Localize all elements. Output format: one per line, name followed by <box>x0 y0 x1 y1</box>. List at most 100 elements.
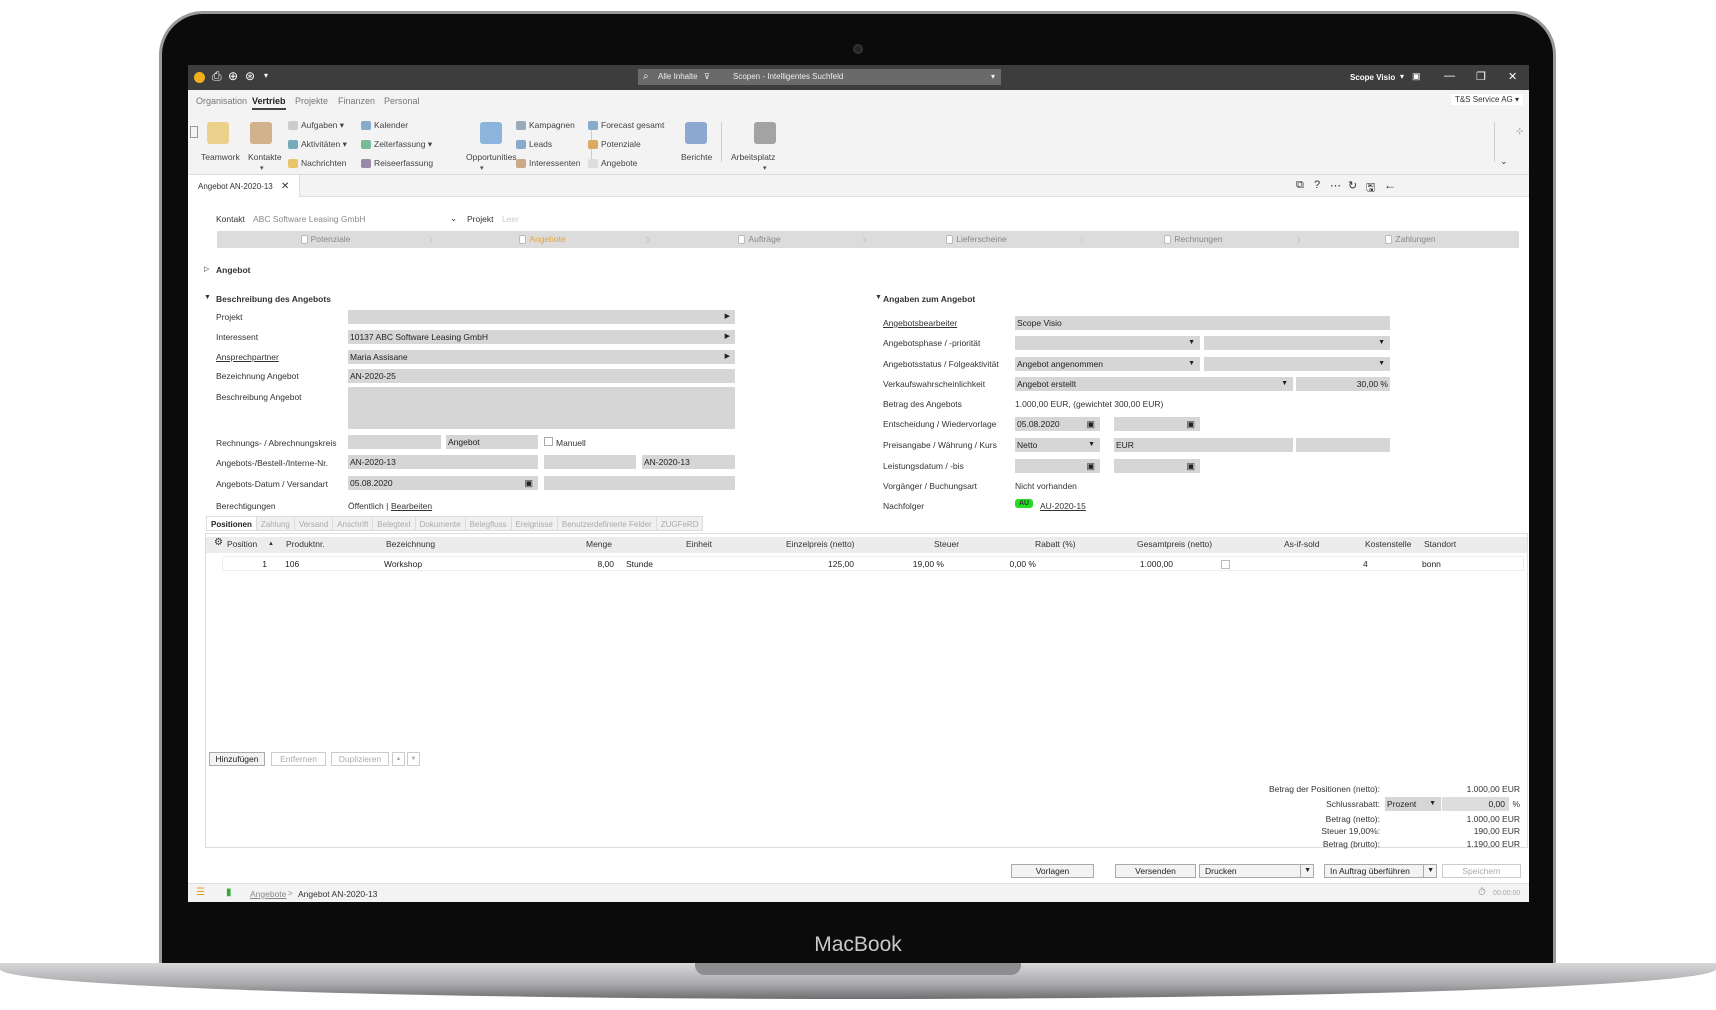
ribbon-forecast-gesamt[interactable]: Forecast gesamt <box>588 120 664 131</box>
tab-ereignisse[interactable]: Ereignisse <box>510 516 558 531</box>
move-up-button[interactable]: ▲ <box>392 752 405 766</box>
column-header-einzelpreis-netto[interactable]: Einzelpreis (netto) <box>786 539 855 549</box>
ribbon-angebote[interactable]: Angebote <box>588 158 637 169</box>
chevron-down-icon[interactable]: ⌄ <box>450 213 457 224</box>
manuell-checkbox[interactable] <box>544 437 553 446</box>
ribbon-leads[interactable]: Leads <box>516 139 552 150</box>
kurs-field[interactable] <box>1296 438 1390 452</box>
dropdown-arrow-icon[interactable]: ▾ <box>260 164 264 172</box>
tab-projekte[interactable]: Projekte <box>295 96 328 106</box>
help-icon[interactable]: ? <box>1314 179 1320 191</box>
kreis-type-input[interactable]: Angebot <box>446 435 538 449</box>
layout-icon[interactable]: ▣ <box>1412 71 1421 82</box>
bearbeiten-link[interactable]: Bearbeiten <box>391 501 432 511</box>
angebots-nr-input[interactable]: AN-2020-13 <box>348 455 538 469</box>
remove-button[interactable]: Entfernen <box>271 752 326 766</box>
panel-toggle-icon[interactable] <box>190 126 198 138</box>
column-header-standort[interactable]: Standort <box>1424 539 1456 549</box>
pin-icon[interactable]: ⊹ <box>1516 126 1524 137</box>
tab-belegfluss[interactable]: Belegfluss <box>464 516 512 531</box>
ribbon-reiseerfassung[interactable]: Reiseerfassung <box>361 158 433 169</box>
ribbon-aufgaben[interactable]: Aufgaben ▾ <box>288 120 344 131</box>
ribbon-teamwork[interactable]: Teamwork <box>201 152 240 162</box>
as-if-sold-checkbox[interactable] <box>1221 560 1230 569</box>
column-header-bezeichnung[interactable]: Bezeichnung <box>386 539 435 549</box>
column-header-as-if-sold[interactable]: As-if-sold <box>1284 539 1319 549</box>
wiedervorlage-date[interactable]: ▣ <box>1114 417 1200 431</box>
process-step-auftr-ge[interactable]: Aufträge <box>651 231 868 248</box>
ribbon-opportunities[interactable]: Opportunities <box>466 152 517 162</box>
ribbon-expand-icon[interactable]: ⌄ <box>1500 156 1508 167</box>
tab-belegtext[interactable]: Belegtext <box>372 516 416 531</box>
collapse-arrow-icon[interactable]: ▼ <box>875 294 882 301</box>
tab-anschrift[interactable]: Anschrift <box>332 516 374 531</box>
opportunities-icon[interactable] <box>480 122 502 144</box>
close-tab-icon[interactable]: ✕ <box>281 181 289 192</box>
calendar-icon[interactable]: ▣ <box>1086 459 1095 473</box>
doc-tab-active[interactable]: Angebot AN-2020-13 ✕ <box>188 175 301 197</box>
column-header-position[interactable]: Position <box>227 539 257 549</box>
calendar-icon[interactable]: ▣ <box>1186 417 1195 431</box>
tab-versand[interactable]: Versand <box>293 516 334 531</box>
speichern-button[interactable]: Speichern <box>1442 864 1521 878</box>
signal-icon[interactable]: ▮ <box>226 887 232 898</box>
calendar-icon[interactable]: ▣ <box>1186 459 1195 473</box>
nachfolger-link[interactable]: AU-2020-15 <box>1040 501 1086 511</box>
dropdown-arrow-icon[interactable]: ▼ <box>1423 865 1434 877</box>
search-bar[interactable]: ⌕ Alle Inhalte ⊽ Scopen - Intelligentes … <box>638 69 1001 85</box>
column-header-kostenstelle[interactable]: Kostenstelle <box>1365 539 1411 549</box>
prioritaet-select[interactable]: ▼ <box>1204 336 1390 350</box>
user-menu[interactable]: Scope Visio <box>1350 73 1395 82</box>
teamwork-icon[interactable] <box>207 122 229 144</box>
reports-icon[interactable] <box>685 122 707 144</box>
move-down-button[interactable]: ▼ <box>407 752 420 766</box>
timer-icon[interactable]: ⏱ <box>1478 887 1486 898</box>
process-step-zahlungen[interactable]: Zahlungen <box>1302 231 1519 248</box>
process-step-potenziale[interactable]: Potenziale <box>217 231 434 248</box>
column-settings-icon[interactable]: ⚙ <box>214 537 223 548</box>
ribbon-zeiterfassung[interactable]: Zeiterfassung ▾ <box>361 139 432 150</box>
tab-zahlung[interactable]: Zahlung <box>255 516 295 531</box>
tab-organisation[interactable]: Organisation <box>196 96 247 106</box>
notes-icon[interactable]: ☰ <box>196 887 205 898</box>
section-beschreibung[interactable]: Beschreibung des Angebots <box>216 294 331 304</box>
tab-personal[interactable]: Personal <box>384 96 420 106</box>
close-icon[interactable]: ✕ <box>1508 70 1517 83</box>
caret-right-icon[interactable]: ▶ <box>725 330 730 344</box>
column-header-einheit[interactable]: Einheit <box>686 539 712 549</box>
company-selector[interactable]: T&S Service AG ▾ <box>1450 94 1523 105</box>
ribbon-kontakte[interactable]: Kontakte <box>248 152 282 162</box>
help-ring-icon[interactable]: ⊛ <box>245 69 255 83</box>
ribbon-kampagnen[interactable]: Kampagnen <box>516 120 575 131</box>
caret-right-icon[interactable]: ▶ <box>725 310 730 324</box>
back-icon[interactable]: ← <box>1384 178 1396 192</box>
contacts-icon[interactable] <box>250 122 272 144</box>
column-header-produktnr[interactable]: Produktnr. <box>286 539 325 549</box>
save-icon[interactable]: 🖫 <box>1366 179 1375 198</box>
beschreibung-textarea[interactable] <box>348 387 735 429</box>
phase-select[interactable]: ▼ <box>1015 336 1200 350</box>
ribbon-kalender[interactable]: Kalender <box>361 120 408 131</box>
column-header-gesamtpreis-netto[interactable]: Gesamtpreis (netto) <box>1137 539 1212 549</box>
duplicate-button[interactable]: Duplizieren <box>331 752 389 766</box>
projekt-field[interactable]: ▶ <box>348 310 735 324</box>
tab-positionen[interactable]: Positionen <box>206 516 257 531</box>
collapse-arrow-icon[interactable]: ▼ <box>204 294 211 301</box>
add-button[interactable]: Hinzufügen <box>209 752 265 766</box>
label-bearbeiter[interactable]: Angebotsbearbeiter <box>883 318 957 328</box>
bezeichnung-input[interactable]: AN-2020-25 <box>348 369 735 383</box>
sort-asc-icon[interactable]: ▲ <box>268 541 274 547</box>
dropdown-arrow-icon[interactable]: ▼ <box>1378 357 1385 371</box>
in-auftrag-button[interactable]: In Auftrag überführen ▼ <box>1324 864 1437 878</box>
dropdown-arrow-icon[interactable]: ▼ <box>1281 377 1288 391</box>
status-select[interactable]: Angebot angenommen ▼ <box>1015 357 1200 371</box>
column-header-steuer[interactable]: Steuer <box>934 539 959 549</box>
section-angebot[interactable]: Angebot <box>216 265 250 275</box>
more-icon[interactable]: ⋯ <box>1330 179 1341 192</box>
ribbon-aktivit-ten[interactable]: Aktivitäten ▾ <box>288 139 347 150</box>
dropdown-arrow-icon[interactable]: ▼ <box>1088 438 1095 452</box>
breadcrumb-angebote[interactable]: Angebote <box>250 889 286 899</box>
ribbon-arbeitsplatz[interactable]: Arbeitsplatz <box>731 152 775 162</box>
user-menu-chevron-icon[interactable]: ▾ <box>1400 72 1404 81</box>
ribbon-berichte[interactable]: Berichte <box>681 152 712 162</box>
